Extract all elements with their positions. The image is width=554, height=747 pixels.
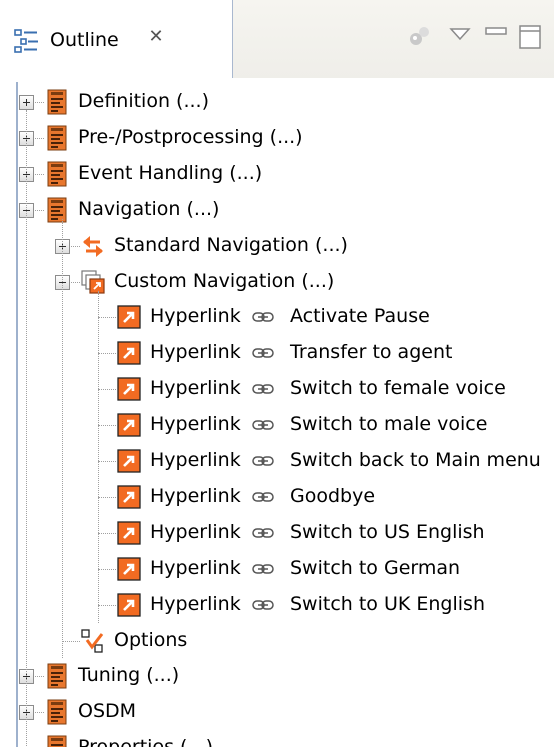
hyperlink-icon bbox=[117, 592, 141, 617]
hyperlink-icon bbox=[117, 341, 141, 365]
tree-item[interactable]: OSDM bbox=[18, 694, 554, 730]
tree-connector-line bbox=[98, 317, 116, 319]
hyperlink-type-label: Hyperlink bbox=[150, 484, 241, 507]
tree-item[interactable]: Tuning (...) bbox=[18, 658, 554, 694]
document-icon bbox=[47, 125, 67, 151]
hyperlink-icon bbox=[117, 377, 141, 401]
outline-tab[interactable]: Outline ✕ bbox=[0, 0, 233, 78]
close-icon[interactable]: ✕ bbox=[145, 26, 167, 48]
tree-item[interactable]: Properties (...) bbox=[18, 730, 554, 747]
tree-connector-line bbox=[98, 389, 116, 391]
document-icon bbox=[47, 161, 67, 187]
tree-connector-line bbox=[98, 461, 116, 462]
outline-icon bbox=[14, 29, 38, 53]
tree-connector-line bbox=[98, 568, 116, 570]
tab-title: Outline bbox=[50, 29, 119, 51]
maximize-icon[interactable] bbox=[516, 22, 544, 50]
hyperlink-target-label: Transfer to agent bbox=[290, 341, 453, 364]
link-icon bbox=[252, 492, 274, 502]
hyperlink-icon bbox=[117, 413, 141, 437]
hyperlink-icon bbox=[117, 449, 141, 473]
link-icon bbox=[252, 563, 274, 574]
link-icon bbox=[252, 456, 274, 466]
hyperlink-target-label: Switch to UK English bbox=[290, 592, 485, 615]
tree-item-label: Tuning (...) bbox=[78, 664, 180, 687]
hyperlink-type-label: Hyperlink bbox=[150, 413, 241, 436]
options-icon bbox=[81, 628, 104, 653]
tree-connector-line bbox=[98, 496, 116, 498]
link-icon bbox=[252, 384, 274, 394]
hyperlink-icon bbox=[117, 521, 141, 545]
hyperlink-target-label: Goodbye bbox=[290, 484, 376, 507]
document-icon bbox=[47, 735, 67, 747]
link-icon bbox=[252, 348, 274, 359]
hyperlink-icon bbox=[117, 485, 141, 509]
tree-item[interactable]: Definition (...) bbox=[18, 84, 554, 120]
document-icon bbox=[47, 89, 67, 115]
hyperlink-type-label: Hyperlink bbox=[150, 520, 241, 543]
tree-item-label: Pre-/Postprocessing (...) bbox=[78, 125, 303, 148]
minimize-icon[interactable] bbox=[482, 22, 510, 50]
hyperlink-type-label: Hyperlink bbox=[150, 449, 241, 471]
tree-item[interactable]: Pre-/Postprocessing (...) bbox=[18, 120, 554, 156]
tree-item-label: Navigation (...) bbox=[78, 197, 220, 220]
hyperlink-target-label: Switch to US English bbox=[290, 520, 485, 543]
document-icon bbox=[47, 197, 67, 223]
hyperlink-type-label: Hyperlink bbox=[150, 305, 241, 328]
view-menu-icon[interactable] bbox=[446, 22, 474, 50]
link-icon bbox=[252, 599, 274, 610]
link-icon bbox=[252, 312, 274, 323]
tree-item-label: OSDM bbox=[78, 700, 137, 723]
tree-connector-line bbox=[98, 532, 116, 534]
outline-tree: Definition (...) Pre-/Postprocessing (...… bbox=[16, 82, 554, 747]
tree-item[interactable]: Navigation (...) bbox=[18, 192, 554, 228]
tree-guide-line bbox=[26, 110, 27, 747]
sync-icon[interactable] bbox=[406, 22, 434, 50]
tree-guide-line bbox=[62, 218, 63, 659]
tree-item-label: Custom Navigation (...) bbox=[114, 269, 335, 292]
hyperlink-target-label: Switch to German bbox=[290, 556, 461, 579]
expand-toggle[interactable] bbox=[19, 95, 34, 110]
view-tab-bar: Outline ✕ bbox=[0, 0, 554, 78]
hyperlink-icon bbox=[117, 557, 141, 581]
hyperlink-target-label: Switch back to Main menu bbox=[290, 449, 541, 471]
tree-item[interactable]: Event Handling (...) bbox=[18, 156, 554, 192]
document-icon bbox=[47, 663, 67, 689]
hyperlink-target-label: Switch to female voice bbox=[290, 377, 506, 400]
tree-item[interactable]: Standard Navigation (...) bbox=[18, 228, 554, 264]
link-icon bbox=[252, 528, 274, 538]
tree-item-label: Properties (...) bbox=[78, 734, 213, 747]
tree-connector-line bbox=[98, 425, 116, 427]
hyperlink-target-label: Switch to male voice bbox=[290, 413, 488, 436]
swap-arrows-icon bbox=[83, 235, 103, 257]
hyperlink-type-label: Hyperlink bbox=[150, 556, 241, 579]
link-icon bbox=[252, 420, 274, 430]
document-icon bbox=[47, 699, 67, 725]
tree-item-label: Definition (...) bbox=[78, 90, 209, 112]
outline-view: Outline ✕ Definition (...) Pre-/Postproce… bbox=[0, 0, 554, 747]
hyperlink-type-label: Hyperlink bbox=[150, 341, 241, 364]
hyperlink-type-label: Hyperlink bbox=[150, 377, 241, 400]
custom-navigation-icon bbox=[81, 269, 105, 294]
tree-item-label: Event Handling (...) bbox=[78, 161, 263, 184]
hyperlink-type-label: Hyperlink bbox=[150, 592, 241, 615]
tree-item-label: Standard Navigation (...) bbox=[114, 233, 348, 256]
tree-connector-line bbox=[98, 604, 116, 606]
tree-connector-line bbox=[62, 640, 80, 642]
hyperlink-icon bbox=[117, 305, 141, 330]
hyperlink-target-label: Activate Pause bbox=[290, 305, 430, 328]
tree-guide-line bbox=[98, 290, 99, 623]
tree-item[interactable]: Options bbox=[18, 623, 554, 659]
tree-connector-line bbox=[98, 353, 116, 355]
tree-item-label: Options bbox=[114, 628, 188, 651]
